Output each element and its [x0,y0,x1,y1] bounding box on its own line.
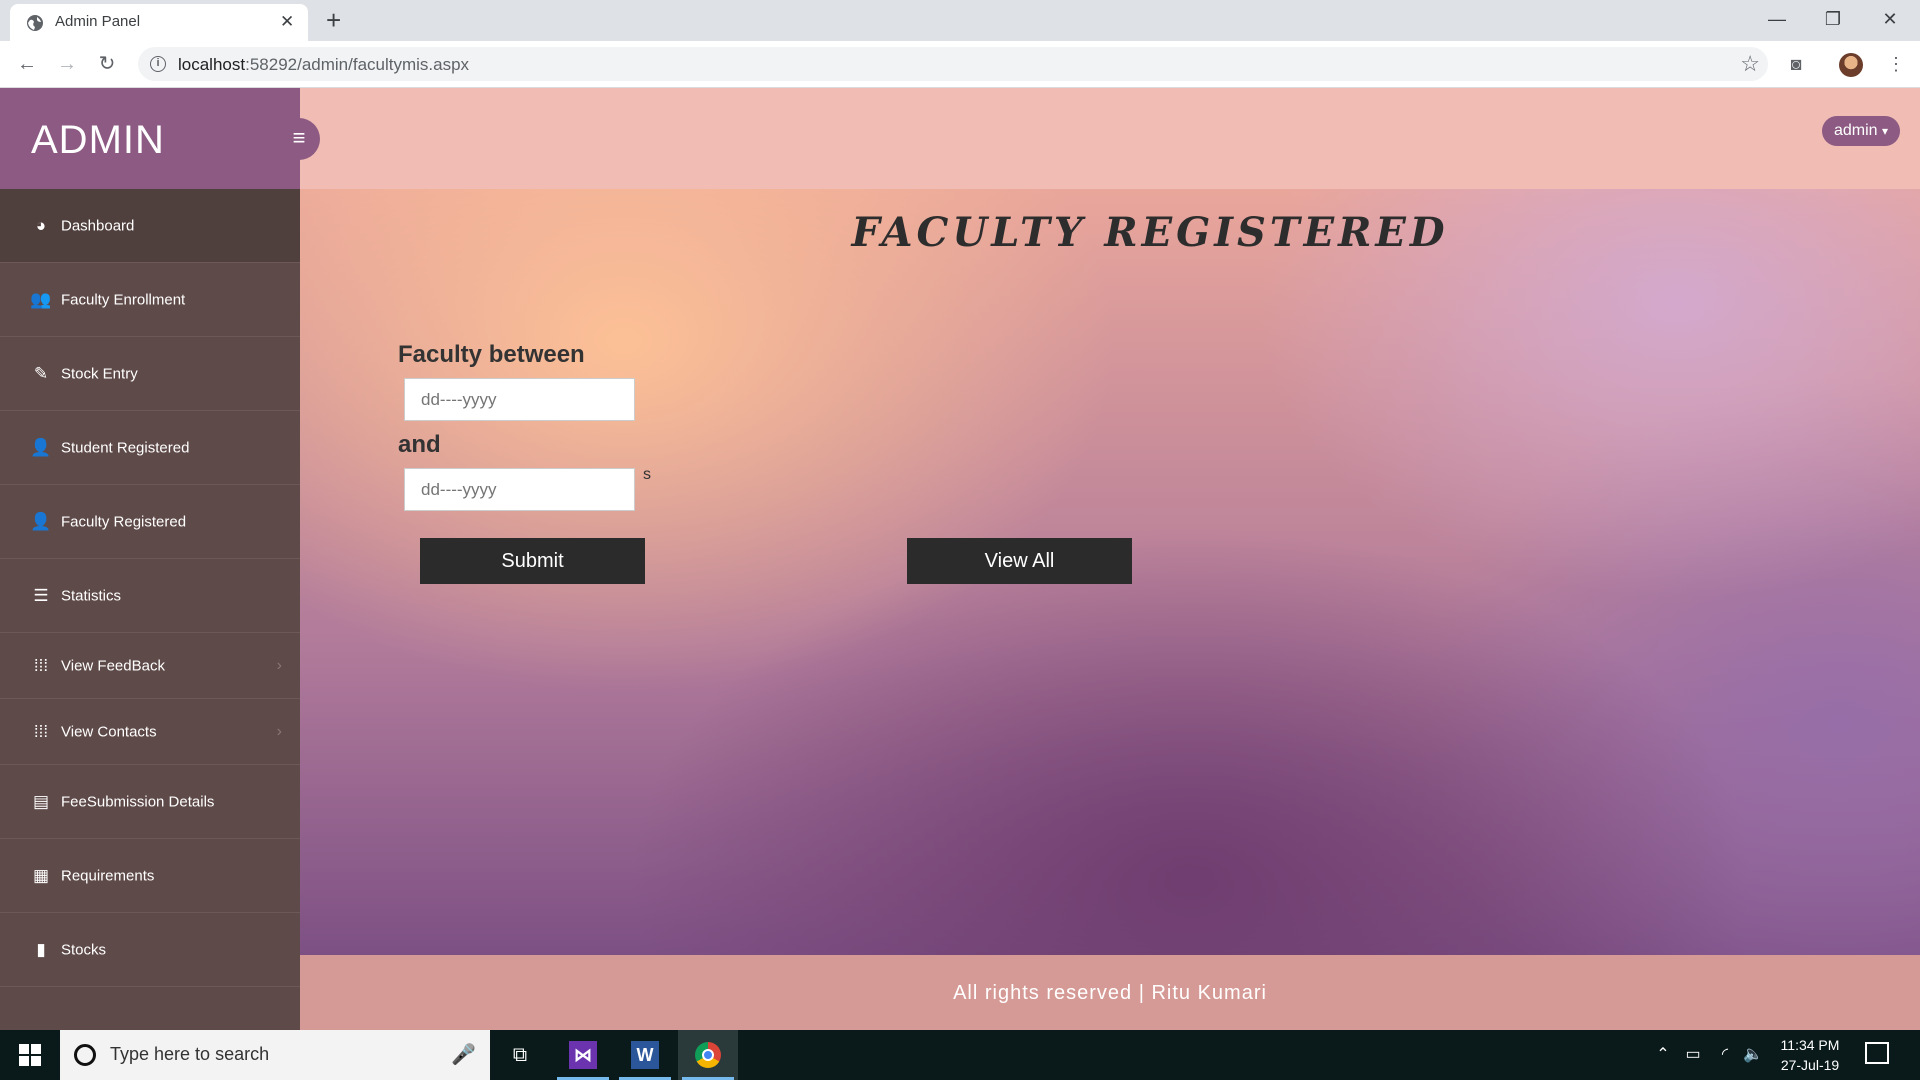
book-icon: ▤ [32,791,50,811]
chrome-icon[interactable] [678,1030,738,1080]
sidebar-item-label: Stocks [61,941,107,958]
sidebar-item-student-registered[interactable]: 👤 Student Registered [0,411,300,485]
browser-tabstrip: Admin Panel ✕ + — ❐ ✕ [0,0,1920,41]
system-clock[interactable]: 11:34 PM 27-Jul-19 [1770,1035,1850,1075]
task-view-icon[interactable]: ⧉ [490,1030,550,1080]
browser-tab[interactable]: Admin Panel ✕ [10,4,308,41]
restore-button[interactable]: ❐ [1813,4,1853,34]
sidebar-item-label: View Contacts [61,723,157,740]
taskbar-search[interactable]: Type here to search 🎤 [60,1030,490,1080]
user-label: admin [1833,122,1878,139]
footer: All rights reserved | Ritu Kumari [300,955,1920,1030]
url-host: localhost [178,55,246,74]
sidebar-item-label: Stock Entry [61,365,138,382]
sidebar-item-label: View FeedBack [61,657,165,674]
back-icon[interactable]: ← [13,50,41,78]
dashboard-icon: ◕ [35,215,47,235]
window-close-button[interactable]: ✕ [1870,4,1910,34]
wifi-icon[interactable]: ◜ [1712,1030,1738,1080]
date-to-input[interactable] [404,468,635,511]
sidebar-item-stocks[interactable]: ▮ Stocks [0,913,300,987]
tab-title: Admin Panel [55,13,141,30]
windows-taskbar: Type here to search 🎤 ⧉ ⋈ W ⌃ ▭ ◜ 🔈 11:3… [0,1030,1920,1080]
sidebar-menu: ◕ Dashboard 👥 Faculty Enrollment ✎ Stock… [0,189,300,987]
globe-icon [27,15,43,31]
view-all-button[interactable]: View All [907,538,1132,584]
sidebar-item-statistics[interactable]: ☰ Statistics [0,559,300,633]
notification-icon[interactable] [1865,1042,1889,1064]
battery-icon[interactable]: ▭ [1680,1030,1706,1080]
visual-studio-icon[interactable]: ⋈ [553,1030,613,1080]
profile-avatar[interactable] [1839,53,1863,77]
grid-icon: ⁞⁞⁞ [33,721,49,741]
search-placeholder: Type here to search [110,1044,270,1064]
and-label: and [398,431,441,458]
grid-icon: ⁞⁞⁞ [33,655,49,675]
date-from-input[interactable] [404,378,635,421]
bookmark-star-icon[interactable]: ☆ [1740,51,1760,77]
sidebar-item-faculty-enrollment[interactable]: 👥 Faculty Enrollment [0,263,300,337]
minimize-button[interactable]: — [1757,4,1797,34]
sidebar-item-label: Statistics [61,587,122,604]
sidebar-item-label: FeeSubmission Details [61,793,215,810]
top-header: admin ▾ [300,88,1920,189]
sidebar-item-view-contacts[interactable]: ⁞⁞⁞ View Contacts › [0,699,300,765]
sidebar-item-label: Requirements [61,867,155,884]
cortana-icon [74,1044,96,1066]
users-icon: 👥 [30,289,52,309]
submit-button[interactable]: Submit [420,538,645,584]
brand-title: ADMIN [31,118,165,162]
sidebar-item-feesubmission-details[interactable]: ▤ FeeSubmission Details [0,765,300,839]
faculty-between-label: Faculty between [398,341,585,368]
sidebar: ADMIN ◕ Dashboard 👥 Faculty Enrollment ✎… [0,88,300,1030]
edit-icon: ✎ [33,363,49,383]
tasks-icon: ▦ [32,865,50,885]
more-menu-icon[interactable]: ⋮ [1882,50,1910,78]
sidebar-item-requirements[interactable]: ▦ Requirements [0,839,300,913]
sidebar-item-label: Faculty Enrollment [61,291,186,308]
volume-icon[interactable]: 🔈 [1740,1030,1766,1080]
camera-icon[interactable]: ◙ [1782,50,1810,78]
chevron-right-icon: › [276,722,282,740]
user-plus-icon: 👤 [30,511,52,531]
sidebar-item-dashboard[interactable]: ◕ Dashboard [0,189,300,263]
browser-toolbar: ← → ↻ i localhost:58292/admin/facultymis… [0,41,1920,88]
main-content: FACULTY REGISTERED Faculty between and s… [300,189,1920,955]
user-dropdown[interactable]: admin ▾ [1821,116,1900,146]
briefcase-icon: ▮ [36,939,46,959]
word-icon[interactable]: W [615,1030,675,1080]
footer-text: All rights reserved | Ritu Kumari [953,982,1267,1004]
sidebar-item-faculty-registered[interactable]: 👤 Faculty Registered [0,485,300,559]
sidebar-item-label: Student Registered [61,439,190,456]
new-tab-button[interactable]: + [326,6,341,34]
user-icon: 👤 [30,437,52,457]
forward-icon[interactable]: → [53,50,81,78]
start-button[interactable] [0,1030,60,1080]
clock-date: 27-Jul-19 [1780,1057,1840,1073]
chevron-up-icon[interactable]: ⌃ [1650,1030,1676,1080]
menu-toggle-icon[interactable]: ≡ [278,118,320,160]
clock-time: 11:34 PM [1780,1037,1840,1053]
sidebar-item-label: Faculty Registered [61,513,187,530]
brand-header: ADMIN [0,88,300,189]
sidebar-item-view-feedback[interactable]: ⁞⁞⁞ View FeedBack › [0,633,300,699]
reload-icon[interactable]: ↻ [93,50,121,78]
url-path: :58292/admin/facultymis.aspx [245,55,470,74]
url-text[interactable]: localhost:58292/admin/facultymis.aspx [178,55,469,75]
sidebar-item-label: Dashboard [61,217,135,234]
list-icon: ☰ [33,585,49,605]
address-bar[interactable]: i localhost:58292/admin/facultymis.aspx … [138,47,1768,81]
page-title: FACULTY REGISTERED [851,209,1449,256]
chevron-right-icon: › [276,656,282,674]
sidebar-item-stock-entry[interactable]: ✎ Stock Entry [0,337,300,411]
close-tab-icon[interactable]: ✕ [280,12,294,32]
info-icon[interactable]: i [150,56,166,72]
stray-text: s [643,466,651,483]
admin-app: ADMIN ◕ Dashboard 👥 Faculty Enrollment ✎… [0,88,1920,1030]
microphone-icon[interactable]: 🎤 [451,1042,476,1067]
chevron-down-icon: ▾ [1881,124,1888,138]
